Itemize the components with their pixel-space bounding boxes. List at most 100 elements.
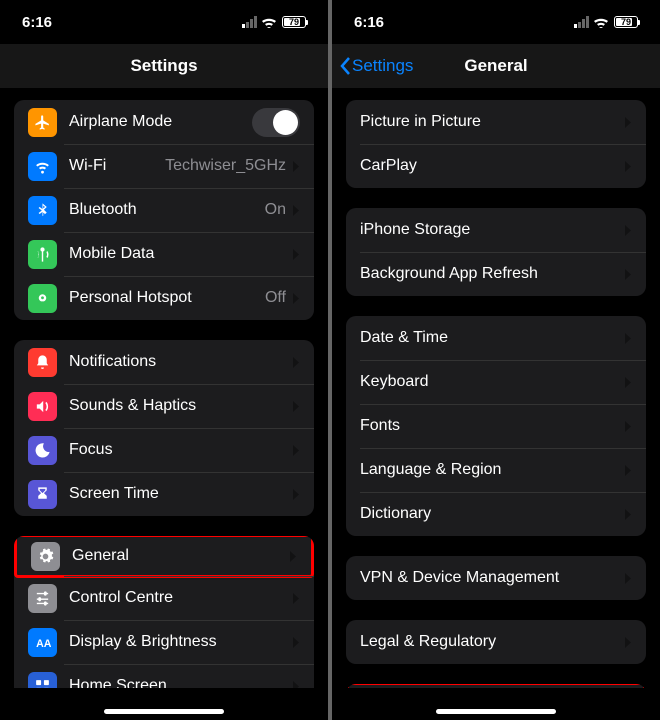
chevron-icon xyxy=(624,116,632,129)
bluetooth-value: On xyxy=(265,201,286,219)
back-button[interactable]: Settings xyxy=(340,56,413,76)
hotspot-value: Off xyxy=(265,289,286,307)
gear-icon xyxy=(31,542,60,571)
pip-label: Picture in Picture xyxy=(360,113,624,131)
hotspot-icon xyxy=(28,284,57,313)
row-mobile-data[interactable]: Mobile Data xyxy=(14,232,314,276)
chevron-icon xyxy=(292,444,300,457)
antenna-icon xyxy=(28,240,57,269)
wifi-value: Techwiser_5GHz xyxy=(165,157,286,175)
group-general: General Control Centre AA Display & Brig… xyxy=(14,536,314,688)
row-airplane[interactable]: Airplane Mode xyxy=(14,100,314,144)
wifi-icon xyxy=(594,16,609,28)
page-title: General xyxy=(464,56,527,76)
group-pip: Picture in Picture CarPlay xyxy=(346,100,646,188)
row-bluetooth[interactable]: Bluetooth On xyxy=(14,188,314,232)
status-bar: 6:16 79 xyxy=(332,0,660,44)
notifications-label: Notifications xyxy=(69,353,292,371)
airplane-toggle[interactable] xyxy=(252,108,300,137)
screen-time-label: Screen Time xyxy=(69,485,292,503)
row-vpn[interactable]: VPN & Device Management xyxy=(346,556,646,600)
row-keyboard[interactable]: Keyboard xyxy=(346,360,646,404)
datetime-label: Date & Time xyxy=(360,329,624,347)
row-wifi[interactable]: Wi-Fi Techwiser_5GHz xyxy=(14,144,314,188)
row-home-screen[interactable]: Home Screen xyxy=(14,664,314,688)
group-legal: Legal & Regulatory xyxy=(346,620,646,664)
chevron-icon xyxy=(292,400,300,413)
text-size-icon: AA xyxy=(28,628,57,657)
chevron-icon xyxy=(624,376,632,389)
wifi-icon xyxy=(28,152,57,181)
row-dictionary[interactable]: Dictionary xyxy=(346,492,646,536)
row-notifications[interactable]: Notifications xyxy=(14,340,314,384)
wifi-icon xyxy=(262,16,277,28)
carplay-label: CarPlay xyxy=(360,157,624,175)
row-screen-time[interactable]: Screen Time xyxy=(14,472,314,516)
general-list[interactable]: Picture in Picture CarPlay iPhone Storag… xyxy=(332,88,660,688)
focus-label: Focus xyxy=(69,441,292,459)
general-screen: 6:16 79 Settings General Picture in Pict… xyxy=(332,0,660,720)
chevron-icon xyxy=(624,332,632,345)
speaker-icon xyxy=(28,392,57,421)
row-display[interactable]: AA Display & Brightness xyxy=(14,620,314,664)
chevron-icon xyxy=(292,356,300,369)
chevron-icon xyxy=(292,592,300,605)
row-control-centre[interactable]: Control Centre xyxy=(14,576,314,620)
home-indicator[interactable] xyxy=(104,709,224,714)
row-carplay[interactable]: CarPlay xyxy=(346,144,646,188)
row-language[interactable]: Language & Region xyxy=(346,448,646,492)
grid-icon xyxy=(28,672,57,689)
row-fonts[interactable]: Fonts xyxy=(346,404,646,448)
chevron-icon xyxy=(624,160,632,173)
row-focus[interactable]: Focus xyxy=(14,428,314,472)
chevron-icon xyxy=(624,572,632,585)
airplane-icon xyxy=(28,108,57,137)
dictionary-label: Dictionary xyxy=(360,505,624,523)
display-label: Display & Brightness xyxy=(69,633,292,651)
group-notifications: Notifications Sounds & Haptics Focus Scr… xyxy=(14,340,314,516)
vpn-label: VPN & Device Management xyxy=(360,569,624,587)
back-chevron-icon xyxy=(340,56,352,76)
chevron-icon xyxy=(292,636,300,649)
status-time: 6:16 xyxy=(354,14,384,31)
signal-icon xyxy=(574,16,589,28)
hotspot-label: Personal Hotspot xyxy=(69,289,265,307)
settings-screen: 6:16 79 Settings Airplane Mode Wi-Fi xyxy=(0,0,328,720)
home-indicator[interactable] xyxy=(436,709,556,714)
moon-icon xyxy=(28,436,57,465)
row-pip[interactable]: Picture in Picture xyxy=(346,100,646,144)
chevron-icon xyxy=(289,550,297,563)
row-legal[interactable]: Legal & Regulatory xyxy=(346,620,646,664)
settings-list[interactable]: Airplane Mode Wi-Fi Techwiser_5GHz Bluet… xyxy=(0,88,328,688)
chevron-icon xyxy=(292,680,300,689)
row-refresh[interactable]: Background App Refresh xyxy=(346,252,646,296)
chevron-icon xyxy=(624,508,632,521)
legal-label: Legal & Regulatory xyxy=(360,633,624,651)
keyboard-label: Keyboard xyxy=(360,373,624,391)
chevron-icon xyxy=(292,204,300,217)
storage-label: iPhone Storage xyxy=(360,221,624,239)
status-bar: 6:16 79 xyxy=(0,0,328,44)
chevron-icon xyxy=(624,224,632,237)
svg-text:AA: AA xyxy=(36,637,51,649)
row-transfer-reset[interactable]: Transfer or Reset iPhone xyxy=(346,684,646,688)
chevron-icon xyxy=(292,160,300,173)
refresh-label: Background App Refresh xyxy=(360,265,624,283)
group-storage: iPhone Storage Background App Refresh xyxy=(346,208,646,296)
chevron-icon xyxy=(292,248,300,261)
signal-icon xyxy=(242,16,257,28)
row-sounds[interactable]: Sounds & Haptics xyxy=(14,384,314,428)
status-time: 6:16 xyxy=(22,14,52,31)
chevron-icon xyxy=(624,464,632,477)
battery-indicator: 79 xyxy=(614,16,638,28)
row-hotspot[interactable]: Personal Hotspot Off xyxy=(14,276,314,320)
hourglass-icon xyxy=(28,480,57,509)
sliders-icon xyxy=(28,584,57,613)
row-datetime[interactable]: Date & Time xyxy=(346,316,646,360)
row-general[interactable]: General xyxy=(14,536,314,578)
group-vpn: VPN & Device Management xyxy=(346,556,646,600)
row-storage[interactable]: iPhone Storage xyxy=(346,208,646,252)
chevron-icon xyxy=(624,636,632,649)
general-label: General xyxy=(72,547,289,565)
group-reset: Transfer or Reset iPhone Shut Down xyxy=(346,684,646,688)
